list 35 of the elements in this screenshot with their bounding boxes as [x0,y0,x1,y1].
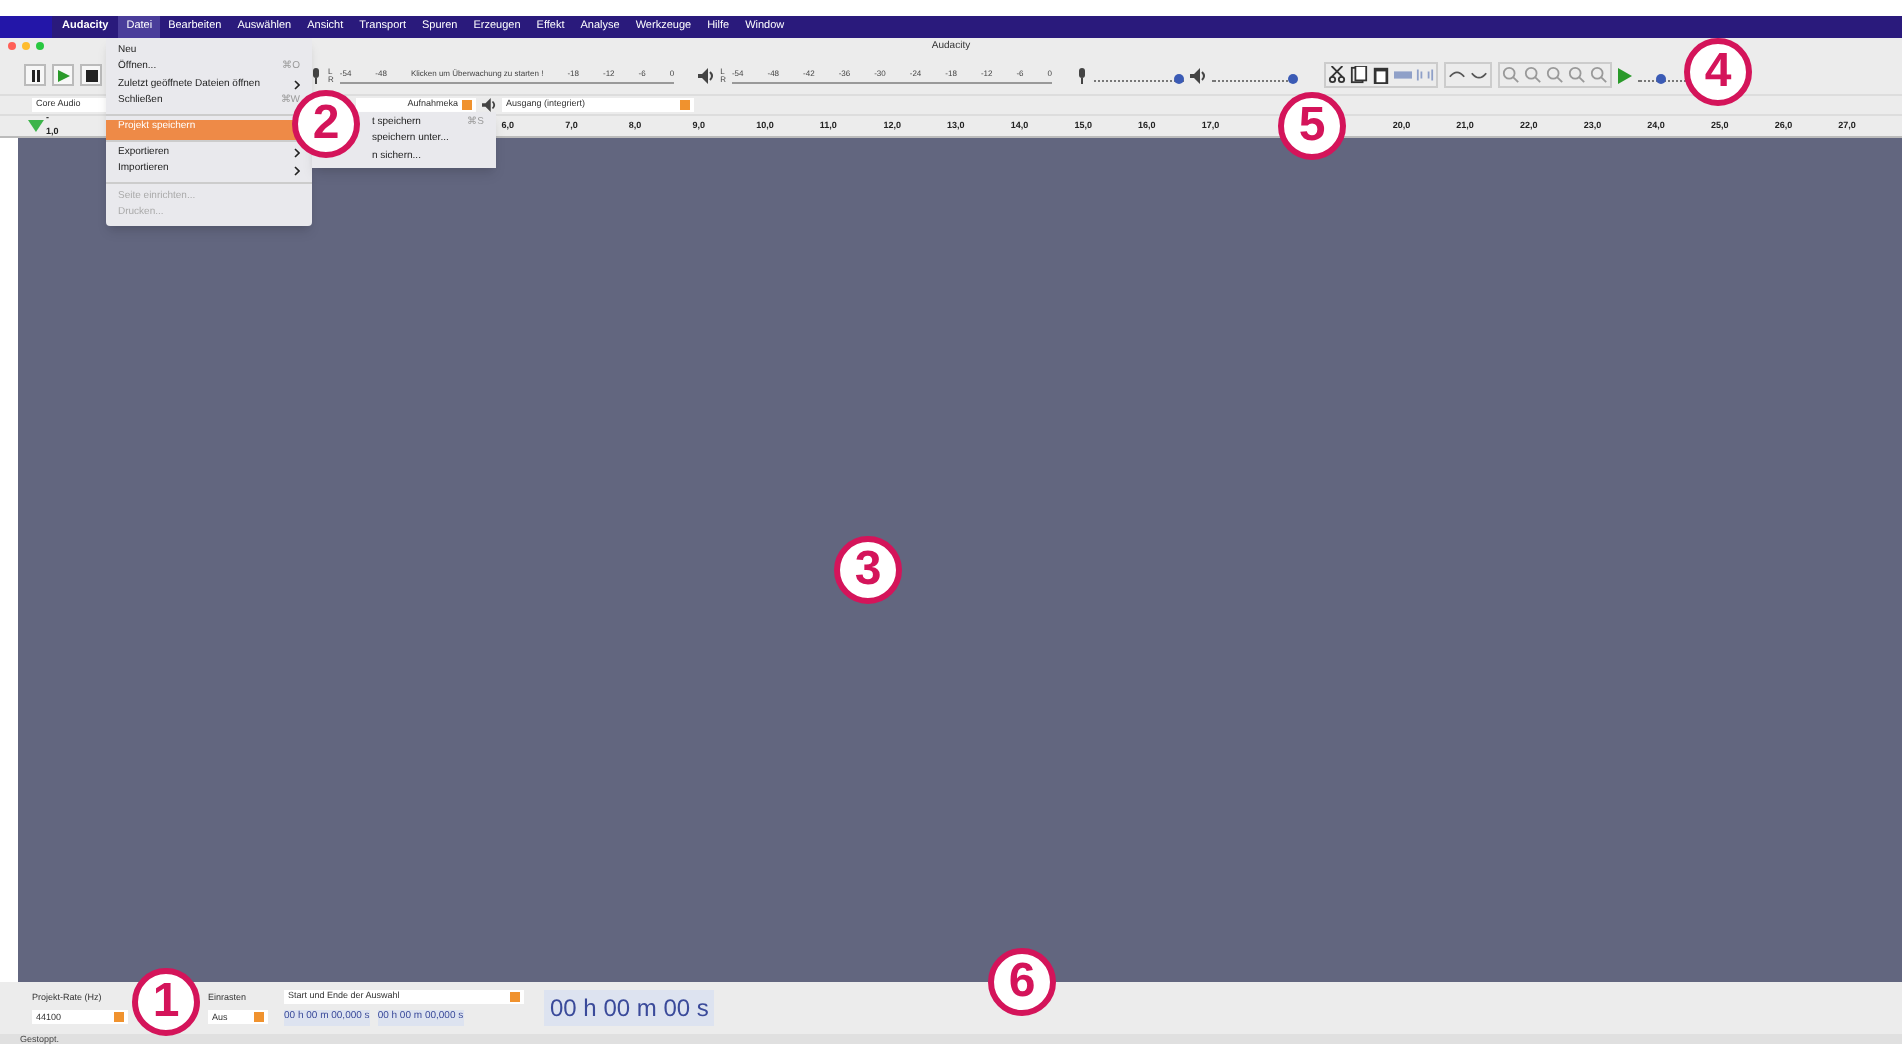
dropdown-icon [510,992,520,1003]
zoom-selection-icon[interactable] [1546,66,1565,84]
microphone-icon [310,67,322,83]
pause-button[interactable] [24,64,46,86]
dropdown-icon [114,1012,124,1023]
stop-icon [85,69,97,81]
volume-slider[interactable] [1094,69,1185,81]
copy-icon[interactable] [1350,66,1369,84]
paste-icon[interactable] [1372,66,1391,84]
dropdown-icon [680,100,690,110]
dropdown-icon [254,1012,264,1023]
slider-thumb[interactable] [1288,73,1299,83]
zoom-icon[interactable] [36,42,44,50]
zoom-out-icon[interactable] [1524,66,1543,84]
zoom-fit-icon[interactable] [1568,66,1587,84]
play-at-speed-icon[interactable] [1618,67,1633,83]
audio-position-time[interactable]: 00 h 00 m 00 s [544,990,715,1026]
speaker-icon [1190,67,1207,83]
speaker-icon [698,67,715,83]
chevron-right-icon [294,79,300,90]
zoom-in-icon[interactable] [1502,66,1521,84]
dropdown-icon [462,100,472,110]
zoom-toggle-icon[interactable] [1590,66,1609,84]
silence-icon[interactable] [1416,66,1435,84]
close-icon[interactable] [8,42,16,50]
microphone-icon [1076,67,1089,83]
pause-icon [29,69,41,81]
play-head-icon [28,120,44,132]
slider-thumb[interactable] [1173,73,1184,83]
volume-slider[interactable] [1212,69,1297,81]
slider-thumb[interactable] [1656,73,1667,83]
play-icon [57,69,69,81]
cut-icon[interactable] [1328,66,1347,84]
stop-button[interactable] [80,64,102,86]
speaker-icon [482,98,496,112]
